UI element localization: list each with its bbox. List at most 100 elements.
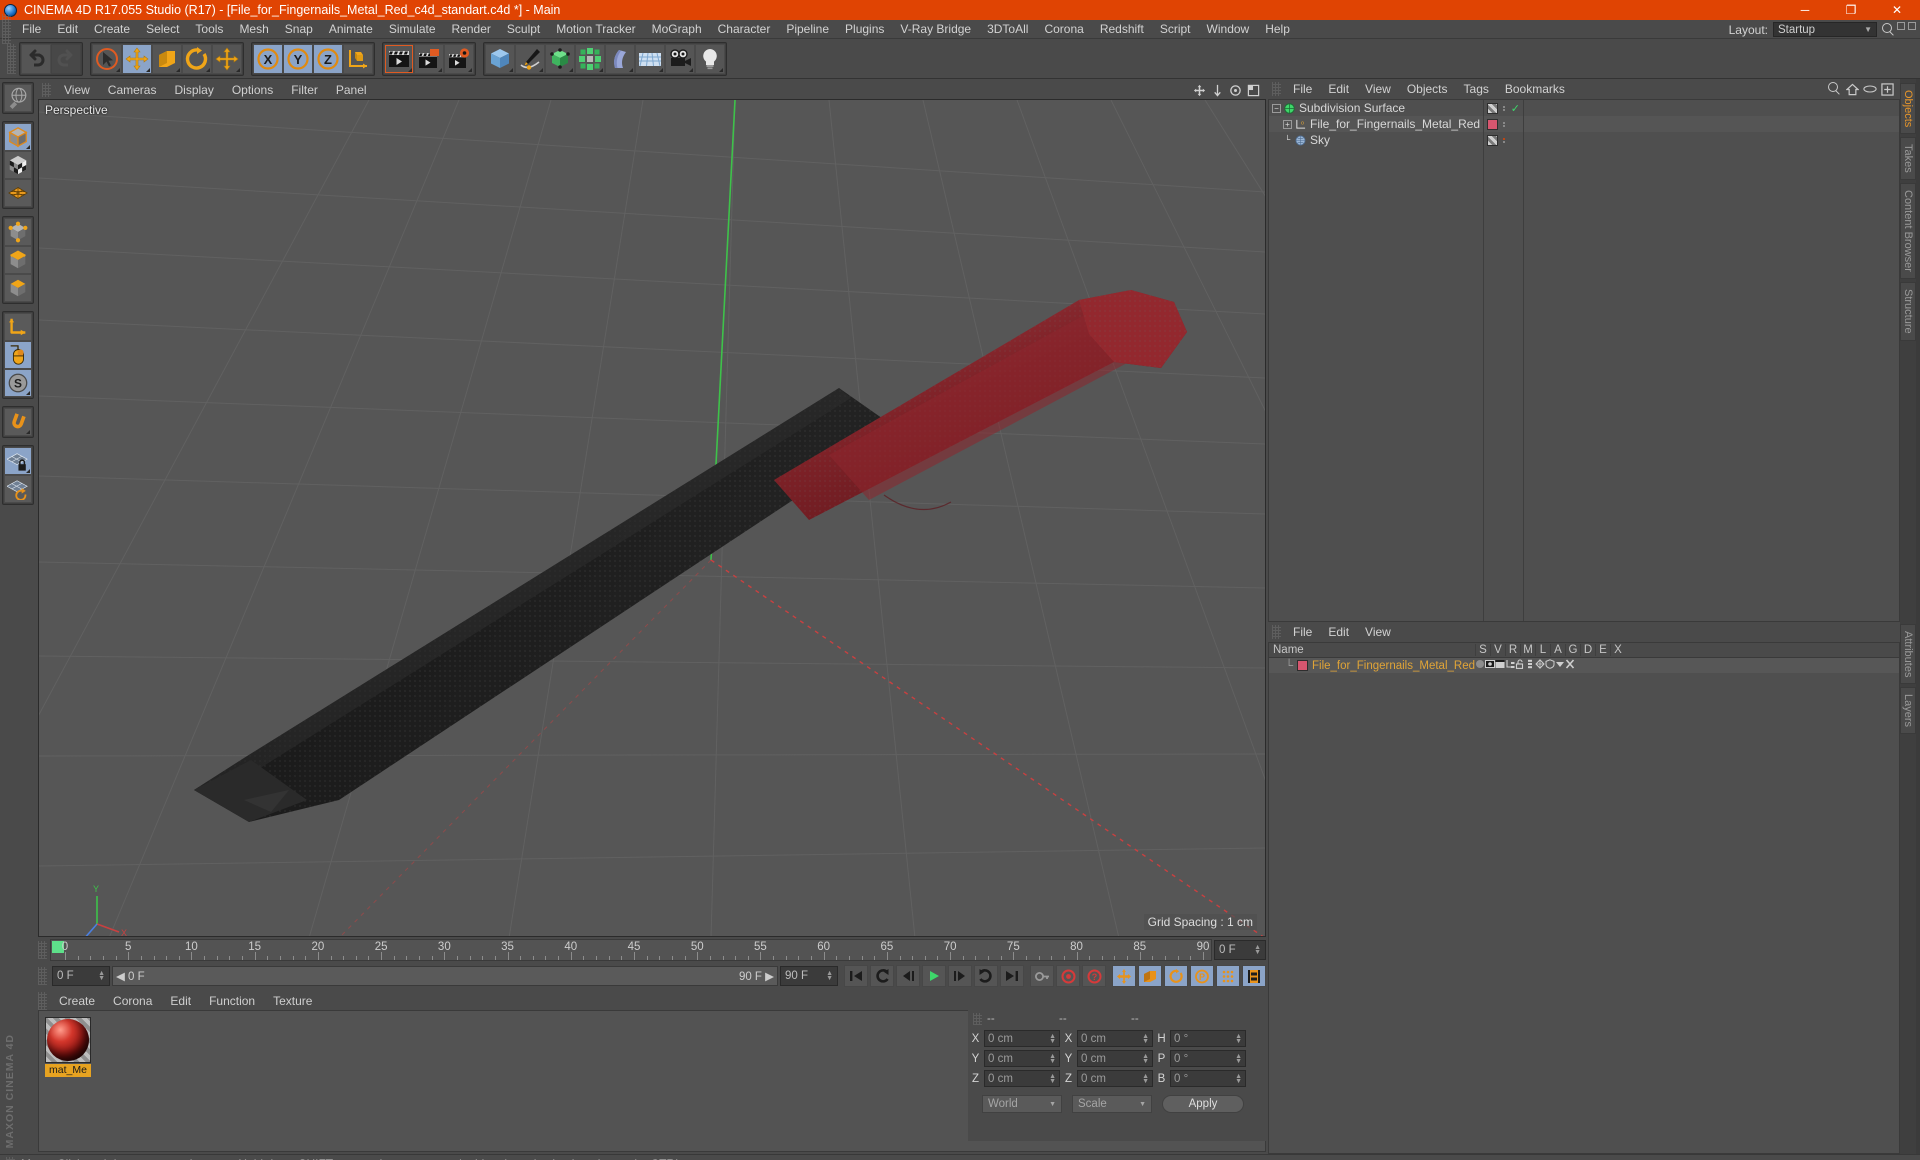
render-settings-button[interactable] [444, 43, 474, 74]
coord-field-size-x[interactable]: 0 cm ▲ ▼ [1077, 1030, 1153, 1047]
material-menu-corona[interactable]: Corona [104, 992, 161, 1010]
menu-3dtoall[interactable]: 3DToAll [979, 20, 1036, 39]
mm-col-d[interactable]: D [1580, 644, 1595, 656]
edge-tab-structure[interactable]: Structure [1900, 281, 1916, 341]
menu-snap[interactable]: Snap [277, 20, 321, 39]
menu-help[interactable]: Help [1257, 20, 1298, 39]
coord-field-rot-p[interactable]: 0 ° ▲ ▼ [1170, 1050, 1246, 1067]
go-to-end-button[interactable] [1000, 965, 1024, 987]
mm-tag-render-icon[interactable] [1485, 659, 1495, 672]
mm-object-row[interactable]: └ File_for_Fingernails_Metal_Red [1269, 658, 1899, 673]
texture-mode-button[interactable] [4, 151, 32, 179]
playback-range-bar[interactable]: ◀ 0 F 90 F ▶ [112, 966, 778, 986]
menu-motion-tracker[interactable]: Motion Tracker [548, 20, 643, 39]
coordinate-system-dropdown[interactable]: World ▼ [982, 1095, 1062, 1113]
mm-col-s[interactable]: S [1475, 644, 1490, 656]
om-menu-objects[interactable]: Objects [1399, 79, 1456, 99]
undo-button[interactable] [21, 43, 51, 74]
add-deformer-button[interactable] [605, 43, 635, 74]
mm-col-e[interactable]: E [1595, 644, 1610, 656]
mm-col-l[interactable]: L [1535, 644, 1550, 656]
menu-tools[interactable]: Tools [187, 20, 231, 39]
mm-panel-grip[interactable] [1272, 625, 1281, 639]
edge-tab-takes[interactable]: Takes [1900, 137, 1916, 181]
edge-tab-layers[interactable]: Layers [1900, 687, 1916, 735]
search-icon[interactable] [1882, 22, 1896, 37]
checkerboard-tag-icon[interactable] [1487, 134, 1498, 146]
close-button[interactable]: ✕ [1874, 0, 1920, 20]
close-panel-icon[interactable] [1908, 22, 1916, 30]
coord-field-size-z[interactable]: 0 cm ▲ ▼ [1077, 1070, 1153, 1087]
menu-sculpt[interactable]: Sculpt [499, 20, 548, 39]
visibility-dots-icon[interactable] [1503, 121, 1505, 127]
model-mode-button[interactable] [4, 123, 32, 151]
menu-select[interactable]: Select [138, 20, 187, 39]
menu-redshift[interactable]: Redshift [1092, 20, 1152, 39]
add-scene-button[interactable] [635, 43, 665, 74]
mm-col-x[interactable]: X [1610, 644, 1625, 656]
lock-workplane-button[interactable] [4, 447, 32, 475]
viewport-menu-cameras[interactable]: Cameras [99, 81, 166, 99]
lock-x-button[interactable]: X [253, 43, 283, 74]
redo-button[interactable] [51, 43, 81, 74]
current-frame-field[interactable]: 0 F ▲ ▼ [52, 966, 110, 986]
point-level-anim-button[interactable] [1216, 965, 1240, 987]
material-item[interactable]: mat_Me [45, 1017, 91, 1077]
rotation-key-button[interactable] [1164, 965, 1188, 987]
mm-menu-view[interactable]: View [1357, 622, 1399, 642]
make-editable-button[interactable] [4, 84, 32, 112]
timeline-grip[interactable] [38, 941, 47, 959]
edge-tab-objects[interactable]: Objects [1900, 83, 1916, 135]
menu-file[interactable]: File [14, 20, 49, 39]
magnet-button[interactable] [4, 408, 32, 436]
add-spline-button[interactable] [515, 43, 545, 74]
edges-mode-button[interactable] [4, 246, 32, 274]
edge-tab-attributes[interactable]: Attributes [1900, 623, 1916, 685]
material-menu-texture[interactable]: Texture [264, 992, 321, 1010]
menu-vray-bridge[interactable]: V-Ray Bridge [892, 20, 979, 39]
mm-col-m[interactable]: M [1520, 644, 1535, 656]
play-button[interactable] [922, 965, 946, 987]
mm-object-list[interactable]: Name S V R M L A G D E X └ File_for_Fing… [1268, 642, 1900, 1154]
material-tag-icon[interactable] [1487, 118, 1498, 130]
go-to-start-button[interactable] [844, 965, 868, 987]
mm-tag-xref-icon[interactable] [1565, 659, 1575, 672]
step-forward-button[interactable] [948, 965, 972, 987]
add-light-button[interactable] [695, 43, 725, 74]
material-menu-create[interactable]: Create [50, 992, 104, 1010]
autokeying-button[interactable] [1030, 965, 1054, 987]
viewport-menu-grip[interactable] [42, 83, 51, 97]
om-menu-view[interactable]: View [1357, 79, 1399, 99]
preview-end-field[interactable]: 90 F ▲ ▼ [780, 966, 838, 986]
menu-edit[interactable]: Edit [49, 20, 86, 39]
rotate-button[interactable] [182, 43, 212, 74]
enabled-check-icon[interactable]: ✓ [1511, 102, 1520, 115]
pla-key-button[interactable]: P [1190, 965, 1214, 987]
step-back-button[interactable] [896, 965, 920, 987]
mm-menu-edit[interactable]: Edit [1320, 622, 1357, 642]
minimize-button[interactable]: ─ [1782, 0, 1828, 20]
material-swatch[interactable] [1297, 660, 1308, 671]
scale-button[interactable] [152, 43, 182, 74]
object-tags-row[interactable]: ✓ [1484, 100, 1523, 116]
toolbar-grip[interactable] [7, 43, 16, 74]
transport-grip[interactable] [38, 967, 47, 985]
mm-col-v[interactable]: V [1490, 644, 1505, 656]
scale-tool-s-button[interactable]: S [4, 369, 32, 397]
viewport-menu-view[interactable]: View [55, 81, 99, 99]
object-row-sky[interactable]: └ Sky [1269, 132, 1483, 148]
menu-simulate[interactable]: Simulate [381, 20, 444, 39]
mm-tag-shield-icon[interactable] [1545, 659, 1555, 672]
restore-panel-icon[interactable] [1897, 22, 1905, 30]
menu-plugins[interactable]: Plugins [837, 20, 892, 39]
mm-tag-unlock-icon[interactable] [1515, 659, 1525, 672]
position-key-button[interactable] [1112, 965, 1136, 987]
timeline-view-button[interactable] [1242, 965, 1266, 987]
previous-keyframe-button[interactable] [870, 965, 894, 987]
mm-col-a[interactable]: A [1550, 644, 1565, 656]
coord-field-pos-z[interactable]: 0 cm ▲ ▼ [984, 1070, 1060, 1087]
scale-key-button[interactable] [1138, 965, 1162, 987]
object-manager-blank-area[interactable] [1524, 100, 1899, 621]
menu-mesh[interactable]: Mesh [231, 20, 276, 39]
live-selection-button[interactable] [92, 43, 122, 74]
